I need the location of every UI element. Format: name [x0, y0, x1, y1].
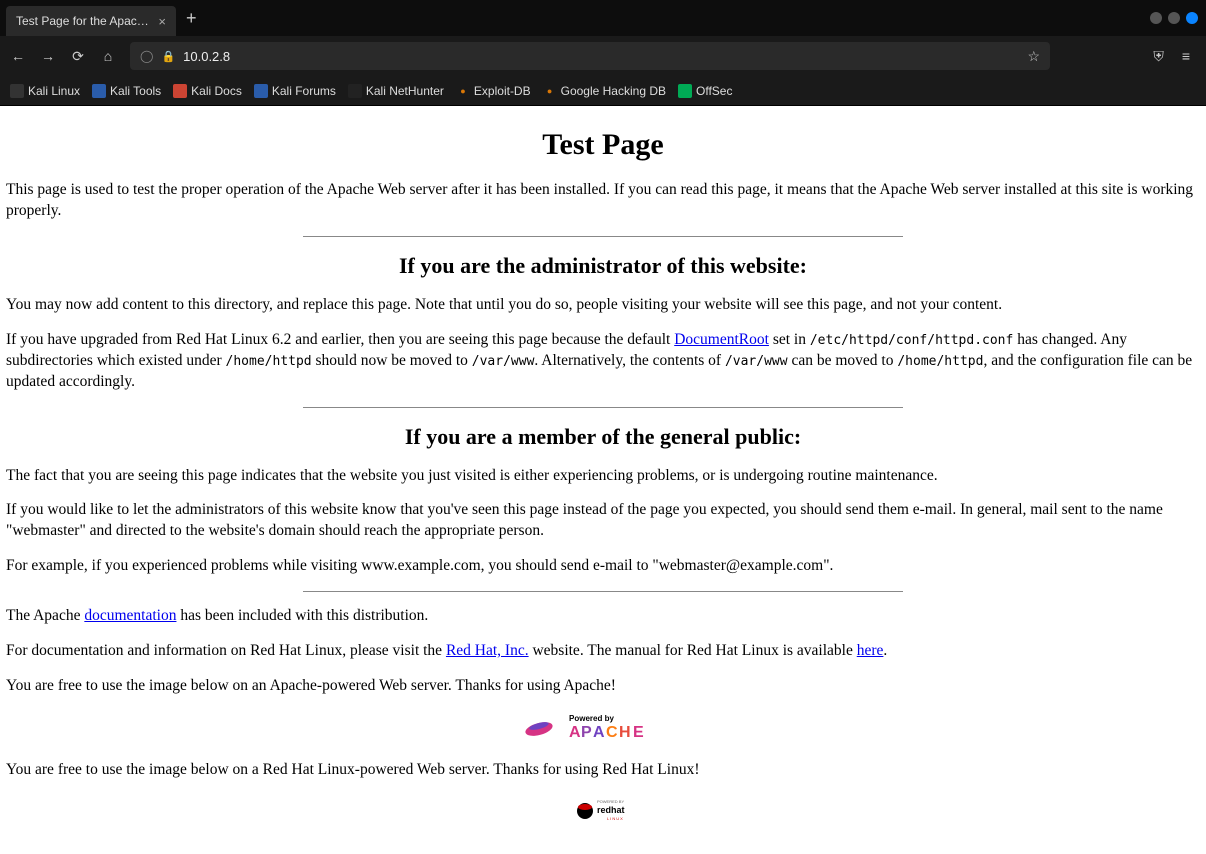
- apache-logo: Powered by A P A C H E: [521, 711, 686, 746]
- bookmark-label: Kali Forums: [272, 84, 336, 98]
- maximize-button[interactable]: [1168, 12, 1180, 24]
- path-home-httpd: /home/httpd: [226, 354, 312, 369]
- admin-text-1: You may now add content to this director…: [6, 295, 1200, 316]
- admin-text-2: If you have upgraded from Red Hat Linux …: [6, 330, 1200, 393]
- window-controls: [1150, 12, 1206, 24]
- tab-title: Test Page for the Apache We: [16, 14, 150, 28]
- public-text-1: The fact that you are seeing this page i…: [6, 466, 1200, 487]
- bookmark-label: Kali Linux: [28, 84, 80, 98]
- bookmark-label: OffSec: [696, 84, 732, 98]
- tab-bar: Test Page for the Apache We × +: [0, 0, 1206, 36]
- bookmark-label: Exploit-DB: [474, 84, 531, 98]
- bookmark-icon: ●: [543, 84, 557, 98]
- url-input[interactable]: [183, 49, 1019, 64]
- public-heading: If you are a member of the general publi…: [6, 424, 1200, 450]
- menu-icon[interactable]: ≡: [1182, 48, 1190, 65]
- browser-tab[interactable]: Test Page for the Apache We ×: [6, 6, 176, 36]
- redhat-link[interactable]: Red Hat, Inc.: [446, 642, 529, 659]
- bookmark-icon: [678, 84, 692, 98]
- insecure-icon[interactable]: 🔒: [161, 50, 175, 63]
- documentation-link[interactable]: documentation: [84, 607, 176, 624]
- public-text-3: For example, if you experienced problems…: [6, 556, 1200, 577]
- bookmark-star-icon[interactable]: ☆: [1027, 48, 1040, 65]
- forward-button[interactable]: →: [40, 48, 56, 64]
- url-bar[interactable]: ◯ 🔒 ☆: [130, 42, 1050, 70]
- minimize-button[interactable]: [1150, 12, 1162, 24]
- bookmarks-bar: Kali Linux Kali Tools Kali Docs Kali Forums…: [0, 76, 1206, 106]
- path-var-www-2: /var/www: [725, 354, 788, 369]
- public-text-2: If you would like to let the administrat…: [6, 500, 1200, 542]
- bookmark-item[interactable]: Kali Docs: [173, 84, 242, 98]
- bookmark-label: Kali Docs: [191, 84, 242, 98]
- here-link[interactable]: here: [857, 642, 884, 659]
- svg-text:A: A: [569, 724, 581, 741]
- path-httpd-conf: /etc/httpd/conf/httpd.conf: [810, 333, 1014, 348]
- toolbar: ← → ⟳ ⌂ ◯ 🔒 ☆ ⛨ ≡: [0, 36, 1206, 76]
- documentation-text: The Apache documentation has been includ…: [6, 606, 1200, 627]
- back-button[interactable]: ←: [10, 48, 26, 64]
- bookmark-icon: [173, 84, 187, 98]
- bookmark-item[interactable]: ● Google Hacking DB: [543, 84, 666, 98]
- bookmark-icon: [92, 84, 106, 98]
- shield-icon[interactable]: ⛨: [1153, 48, 1164, 65]
- svg-text:H: H: [619, 724, 631, 741]
- bookmark-label: Kali Tools: [110, 84, 161, 98]
- page-title: Test Page: [6, 128, 1200, 162]
- svg-text:POWERED BY: POWERED BY: [597, 799, 624, 804]
- path-var-www: /var/www: [472, 354, 535, 369]
- close-icon[interactable]: ×: [158, 14, 166, 29]
- svg-text:E: E: [633, 724, 644, 741]
- bookmark-label: Google Hacking DB: [561, 84, 666, 98]
- bookmark-item[interactable]: Kali NetHunter: [348, 84, 444, 98]
- divider: [303, 591, 903, 592]
- bookmark-label: Kali NetHunter: [366, 84, 444, 98]
- bookmark-icon: ●: [456, 84, 470, 98]
- divider: [303, 407, 903, 408]
- svg-text:Powered by: Powered by: [569, 714, 614, 723]
- page-content: Test Page This page is used to test the …: [0, 106, 1206, 854]
- svg-text:LINUX: LINUX: [607, 816, 624, 821]
- svg-text:A: A: [593, 724, 605, 741]
- admin-heading: If you are the administrator of this web…: [6, 253, 1200, 279]
- redhat-logo: POWERED BY redhat LINUX: [573, 795, 633, 830]
- window-close-button[interactable]: [1186, 12, 1198, 24]
- bookmark-icon: [254, 84, 268, 98]
- bookmark-item[interactable]: Kali Forums: [254, 84, 336, 98]
- reload-button[interactable]: ⟳: [70, 48, 86, 65]
- apache-image-text: You are free to use the image below on a…: [6, 676, 1200, 697]
- redhat-image-text: You are free to use the image below on a…: [6, 760, 1200, 781]
- bookmark-item[interactable]: Kali Tools: [92, 84, 161, 98]
- bookmark-item[interactable]: OffSec: [678, 84, 732, 98]
- redhat-text: For documentation and information on Red…: [6, 641, 1200, 662]
- intro-text: This page is used to test the proper ope…: [6, 180, 1200, 222]
- bookmark-icon: [10, 84, 24, 98]
- bookmark-icon: [348, 84, 362, 98]
- home-button[interactable]: ⌂: [100, 48, 116, 64]
- path-home-httpd-2: /home/httpd: [897, 354, 983, 369]
- bookmark-item[interactable]: Kali Linux: [10, 84, 80, 98]
- new-tab-button[interactable]: +: [186, 8, 197, 29]
- info-icon[interactable]: ◯: [140, 49, 153, 63]
- bookmark-item[interactable]: ● Exploit-DB: [456, 84, 531, 98]
- documentroot-link[interactable]: DocumentRoot: [674, 331, 769, 348]
- divider: [303, 236, 903, 237]
- svg-text:P: P: [581, 724, 592, 741]
- svg-text:C: C: [606, 724, 618, 741]
- svg-text:redhat: redhat: [597, 805, 625, 815]
